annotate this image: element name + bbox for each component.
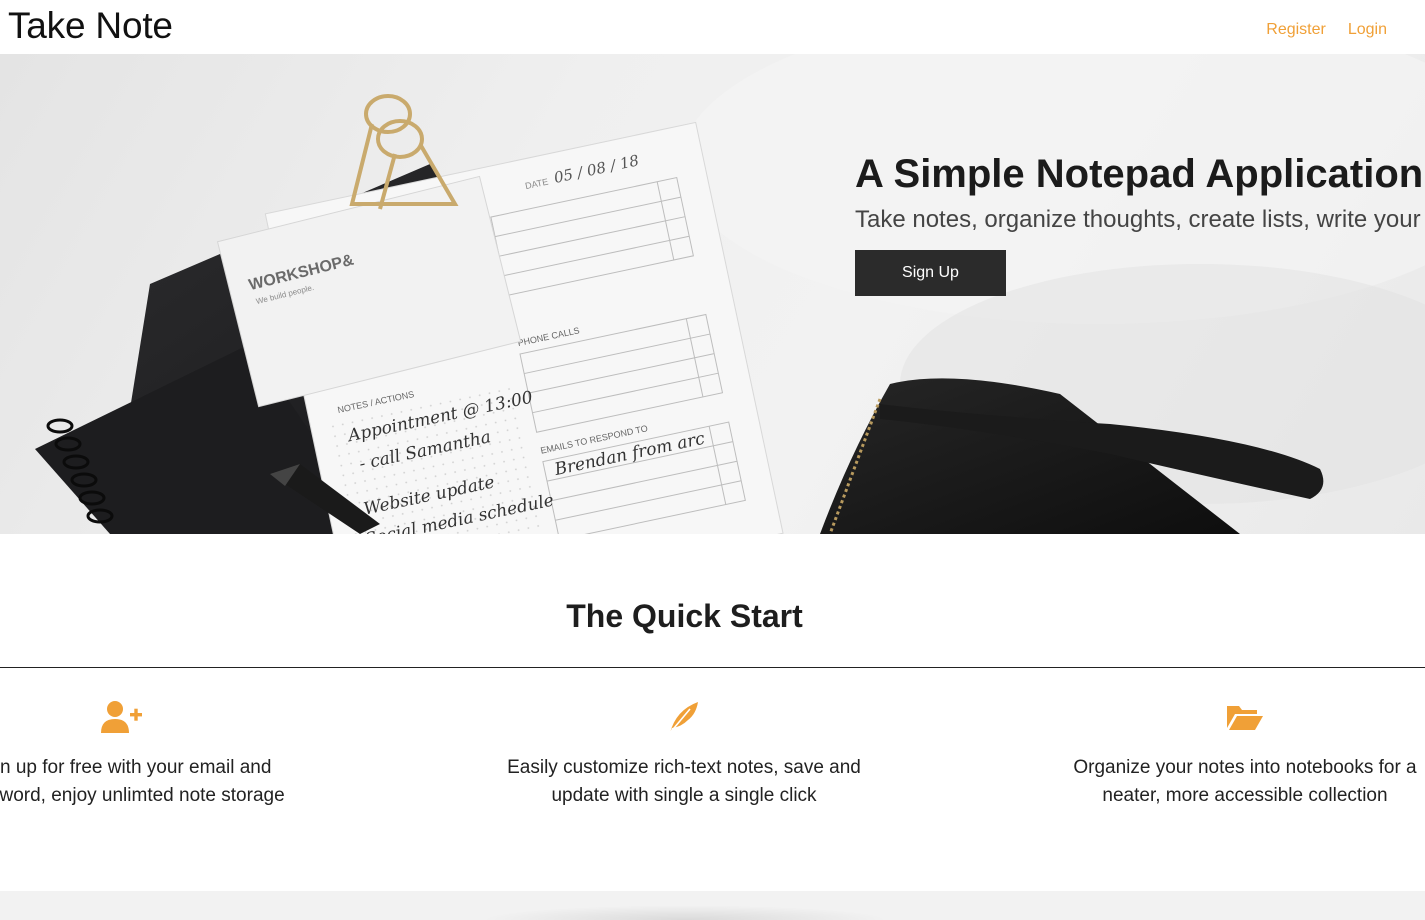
- feature-signup-text: Sign up for free with your email and pas…: [0, 757, 285, 806]
- user-plus-icon: [101, 701, 142, 733]
- hero-section: DATE 05 / 08 / 18 NOTES / ACTIONS PHONE …: [0, 54, 1425, 534]
- sign-up-button[interactable]: Sign Up: [855, 250, 1006, 296]
- hero-background-photo: DATE 05 / 08 / 18 NOTES / ACTIONS PHONE …: [35, 54, 1425, 534]
- folder-open-icon: [1227, 706, 1263, 730]
- register-link[interactable]: Register: [1266, 20, 1326, 40]
- feature-signup: Sign up for free with your email and pas…: [0, 700, 312, 810]
- feature-notes-text: Easily customize rich-text notes, save a…: [507, 757, 861, 806]
- feature-notes: Easily customize rich-text notes, save a…: [494, 700, 874, 810]
- quick-start-title: The Quick Start: [566, 598, 803, 634]
- brand-logo[interactable]: Take Note: [8, 5, 173, 47]
- header-nav: Register Login: [1266, 20, 1387, 40]
- feather-icon: [668, 702, 698, 734]
- top-navbar: Take Note Register Login: [0, 0, 1425, 54]
- hero-subtitle: Take notes, organize thoughts, create li…: [855, 206, 1421, 233]
- login-link[interactable]: Login: [1348, 20, 1387, 40]
- section-divider: [0, 667, 1425, 668]
- feature-notebooks-text: Organize your notes into notebooks for a…: [1073, 757, 1417, 806]
- hero-title: A Simple Notepad Application: [855, 152, 1424, 196]
- feature-notebooks: Organize your notes into notebooks for a…: [1055, 700, 1425, 810]
